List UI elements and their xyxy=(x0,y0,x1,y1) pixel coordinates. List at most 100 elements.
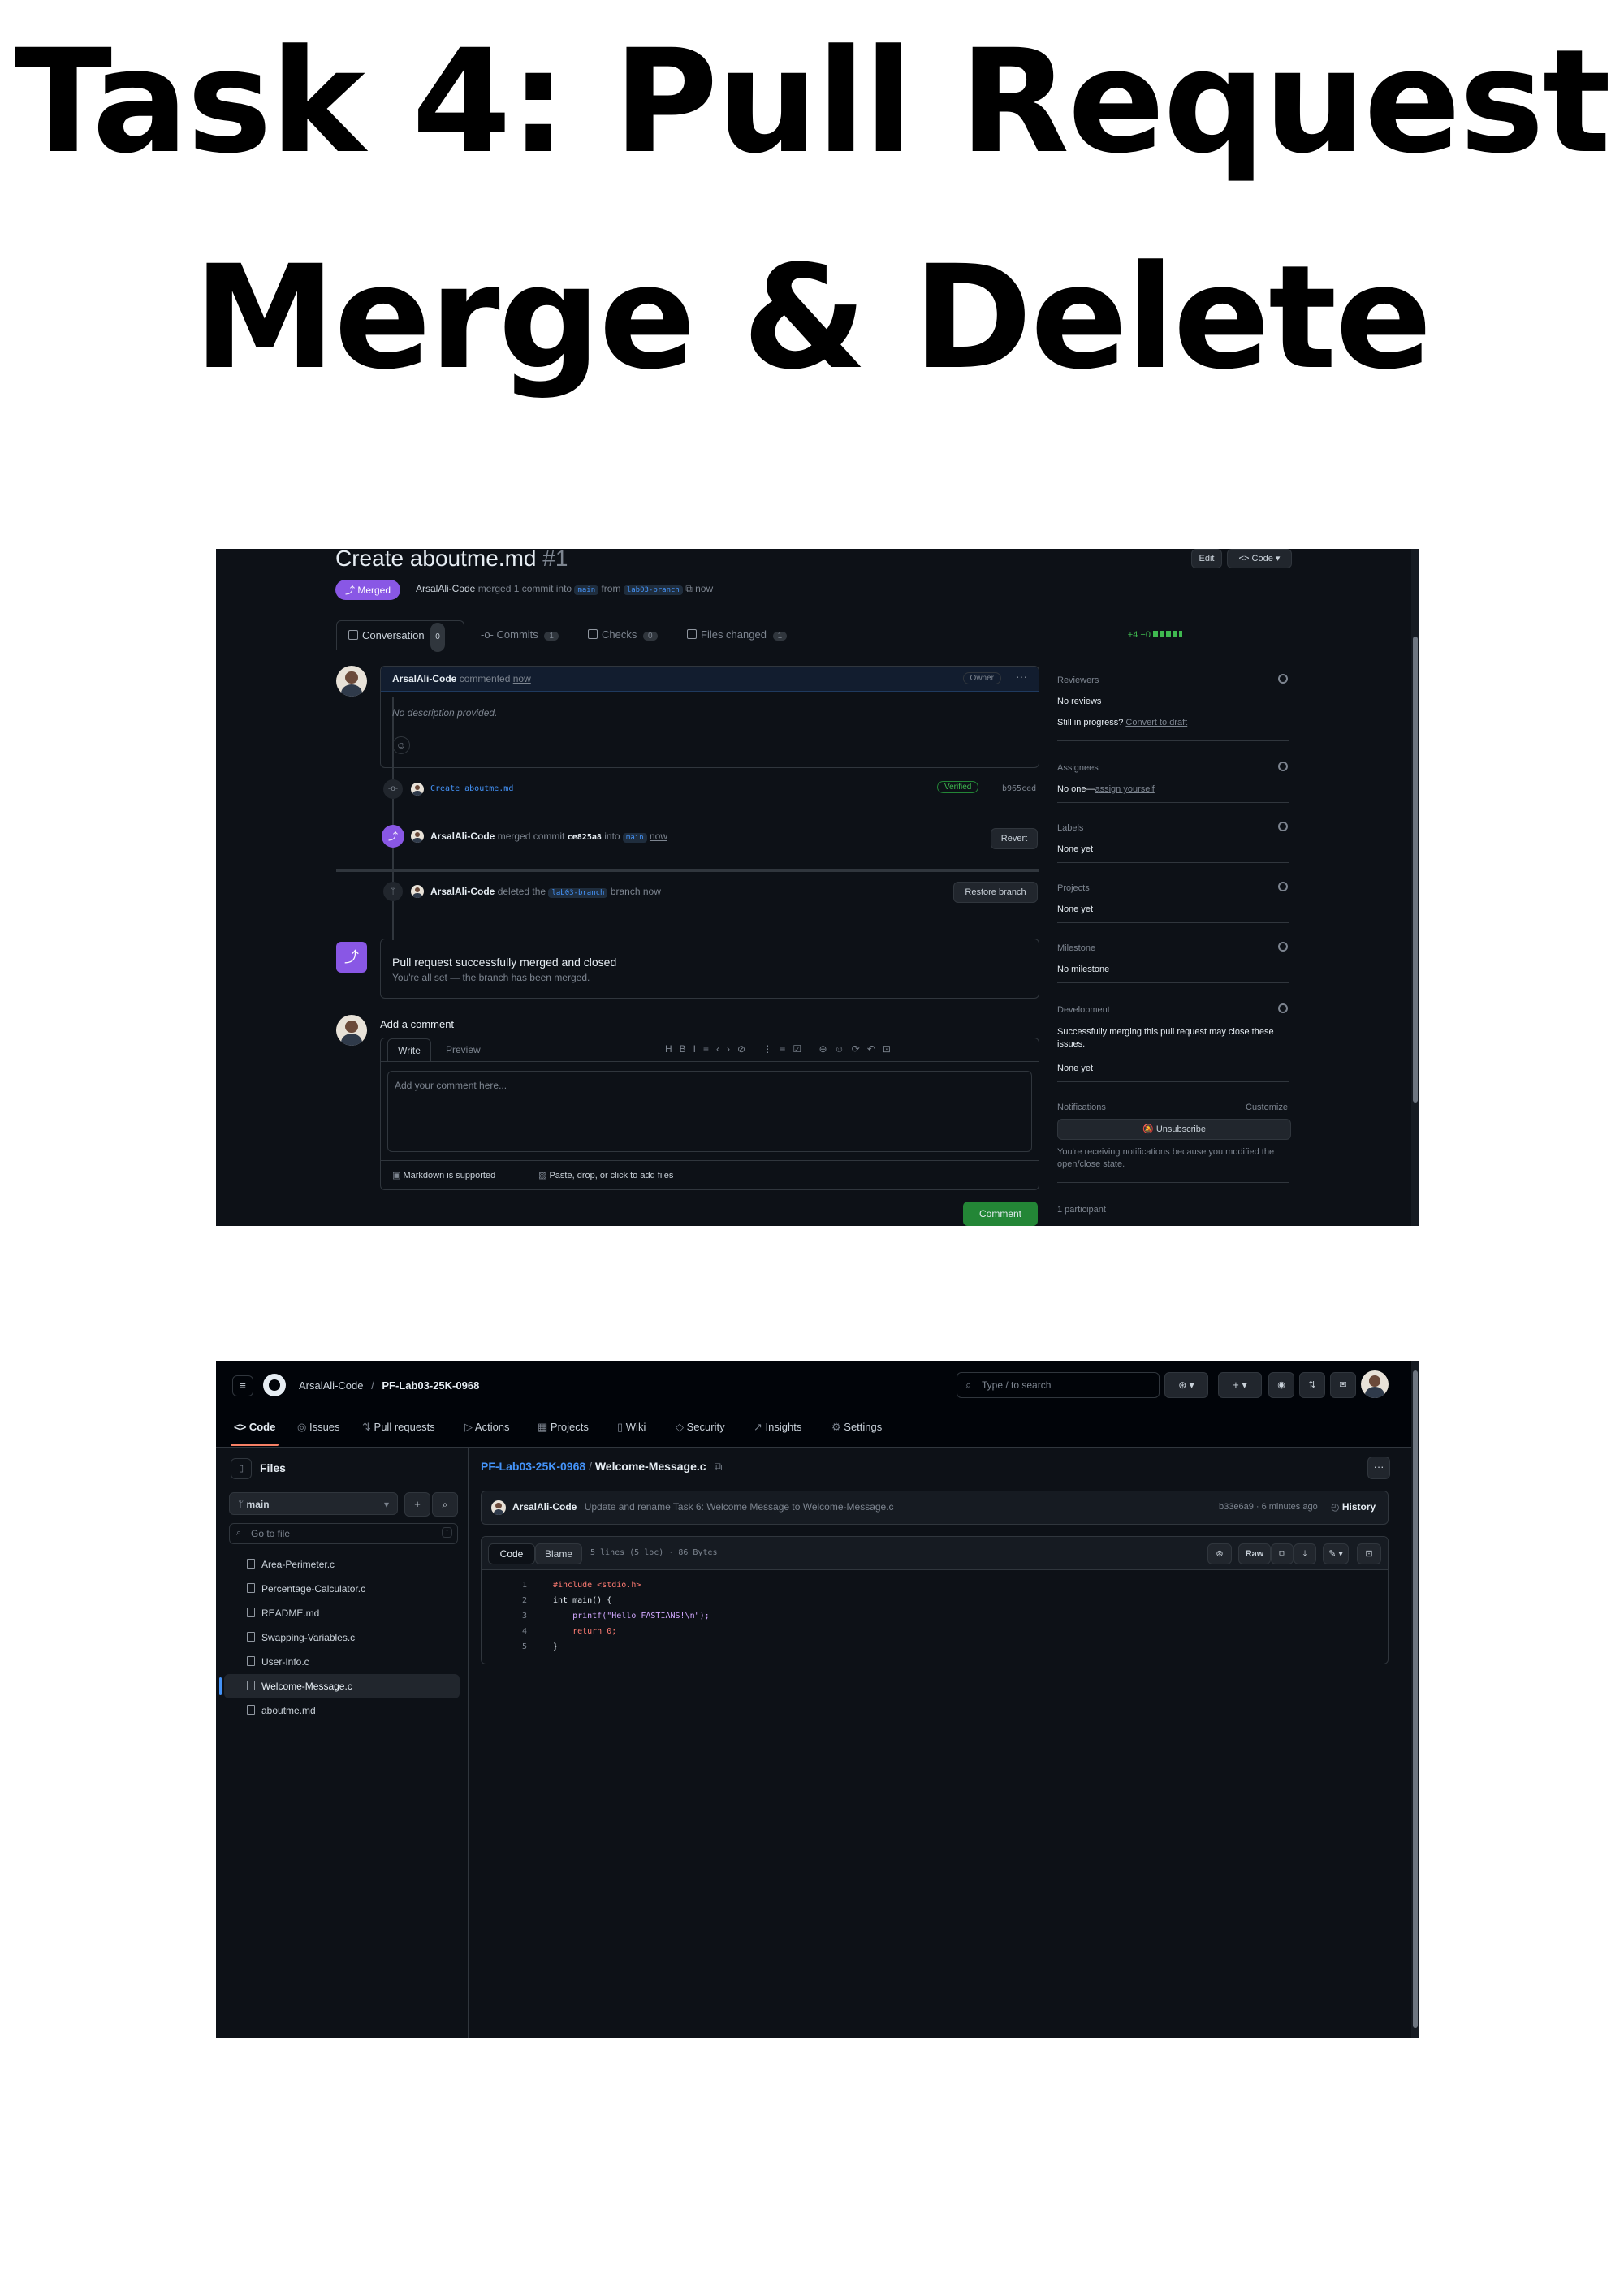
comment-body: No description provided. xyxy=(392,707,498,719)
comment-submit-button[interactable]: Comment xyxy=(963,1202,1038,1226)
avatar[interactable] xyxy=(1361,1370,1389,1398)
more-options-icon[interactable]: ··· xyxy=(1016,670,1027,683)
copilot-button[interactable]: ⊛ ▾ xyxy=(1164,1372,1208,1398)
tab-pull-requests[interactable]: ⇅ Pull requests xyxy=(362,1421,435,1434)
file-icon xyxy=(247,1705,255,1715)
tab-preview[interactable]: Preview xyxy=(446,1044,481,1055)
code-button[interactable]: <> Code ▾ xyxy=(1227,549,1292,568)
more-options-button[interactable]: ··· xyxy=(1367,1457,1390,1479)
tab-settings[interactable]: ⚙ Settings xyxy=(831,1421,882,1434)
search-files-button[interactable]: ⌕ xyxy=(432,1492,458,1517)
tab-wiki[interactable]: ▯ Wiki xyxy=(617,1421,646,1434)
code-tab[interactable]: Code xyxy=(488,1543,535,1564)
tab-write[interactable]: Write xyxy=(387,1038,431,1062)
file-icon xyxy=(247,1656,255,1666)
tab-checks[interactable]: Checks 0 xyxy=(588,628,658,641)
attach-files[interactable]: ▨ Paste, drop, or click to add files xyxy=(538,1170,673,1180)
customize-link[interactable]: Customize xyxy=(1246,1103,1288,1112)
avatar[interactable] xyxy=(411,830,424,843)
symbols-panel-icon[interactable]: ⊡ xyxy=(1357,1543,1381,1564)
issues-icon[interactable]: ◉ xyxy=(1268,1372,1294,1398)
tab-issues[interactable]: ◎ Issues xyxy=(297,1421,340,1434)
gear-icon[interactable] xyxy=(1278,942,1288,952)
scrollbar[interactable] xyxy=(1411,549,1419,1226)
tab-security[interactable]: ◇ Security xyxy=(676,1421,725,1434)
copy-icon[interactable]: ⧉ xyxy=(714,1460,722,1473)
formatting-toolbar[interactable]: HBI≡‹›⊘ ⋮≡☑ ⊕☺⟳↶⊡ xyxy=(665,1043,898,1055)
tab-code[interactable]: <> Code xyxy=(231,1421,279,1446)
gear-icon[interactable] xyxy=(1278,882,1288,891)
code-text: #include <stdio.h> xyxy=(553,1581,641,1590)
tab-actions[interactable]: ▷ Actions xyxy=(464,1421,510,1434)
go-to-file-input[interactable]: ⌕ Go to file t xyxy=(229,1523,458,1544)
file-icon xyxy=(247,1608,255,1617)
tab-insights[interactable]: ↗ Insights xyxy=(754,1421,801,1434)
inbox-icon[interactable]: ✉ xyxy=(1330,1372,1356,1398)
projects-value: None yet xyxy=(1057,904,1094,914)
convert-to-draft-link[interactable]: Convert to draft xyxy=(1125,718,1187,727)
checks-icon xyxy=(588,629,598,639)
line-number[interactable]: 3 xyxy=(482,1608,527,1624)
merged-status-box: Pull request successfully merged and clo… xyxy=(380,939,1039,999)
copilot-icon[interactable]: ⊛ xyxy=(1207,1543,1232,1564)
verified-badge[interactable]: Verified xyxy=(937,781,979,793)
raw-button[interactable]: Raw xyxy=(1238,1543,1271,1564)
line-number[interactable]: 5 xyxy=(482,1639,527,1655)
add-file-button[interactable]: + xyxy=(404,1492,430,1517)
file-tree-item[interactable]: Welcome-Message.c xyxy=(219,1674,460,1698)
pull-requests-icon[interactable]: ⇅ xyxy=(1299,1372,1325,1398)
commit-link[interactable]: Create aboutme.md xyxy=(430,784,513,793)
blame-tab[interactable]: Blame xyxy=(535,1543,582,1564)
tab-commits[interactable]: -o- Commits 1 xyxy=(481,628,559,641)
avatar[interactable] xyxy=(491,1500,506,1515)
gear-icon[interactable] xyxy=(1278,1003,1288,1013)
copy-icon[interactable]: ⧉ xyxy=(1271,1543,1294,1564)
restore-branch-button[interactable]: Restore branch xyxy=(953,882,1038,903)
markdown-note[interactable]: ▣ Markdown is supported xyxy=(392,1170,495,1180)
gear-icon[interactable] xyxy=(1278,762,1288,771)
tab-conversation[interactable]: Conversation 0 xyxy=(336,620,464,652)
file-tree: Area-Perimeter.c Percentage-Calculator.c R… xyxy=(219,1552,460,1723)
scrollbar[interactable] xyxy=(1411,1361,1419,2038)
code-line: 1 #include <stdio.h> xyxy=(482,1577,1388,1593)
edit-pencil-icon[interactable]: ✎ ▾ xyxy=(1323,1543,1349,1564)
avatar[interactable] xyxy=(411,783,424,796)
assign-yourself-link[interactable]: assign yourself xyxy=(1095,784,1154,794)
emoji-reaction-icon[interactable]: ☺ xyxy=(392,736,410,754)
commit-sha[interactable]: b965ced xyxy=(1002,784,1036,793)
tab-projects[interactable]: ▦ Projects xyxy=(538,1421,589,1434)
menu-icon[interactable]: ≡ xyxy=(232,1375,253,1396)
edit-button[interactable]: Edit xyxy=(1191,549,1222,568)
conversation-icon xyxy=(348,630,358,640)
file-tree-item[interactable]: Area-Perimeter.c xyxy=(224,1552,460,1577)
create-new-button[interactable]: + ▾ xyxy=(1218,1372,1262,1398)
file-tree-item[interactable]: aboutme.md xyxy=(224,1698,460,1723)
avatar[interactable] xyxy=(336,1015,367,1046)
file-tree-item[interactable]: README.md xyxy=(224,1601,460,1625)
commit-message-link[interactable]: Update and rename Task 6: Welcome Messag… xyxy=(585,1501,894,1513)
download-icon[interactable]: ⤓ xyxy=(1294,1543,1316,1564)
avatar[interactable] xyxy=(411,885,424,898)
repo-owner-link[interactable]: ArsalAli-Code xyxy=(299,1379,363,1392)
tab-files-changed[interactable]: Files changed 1 xyxy=(687,628,788,641)
collapse-sidebar-icon[interactable]: ▯ xyxy=(231,1458,252,1479)
commit-meta[interactable]: b33e6a9 · 6 minutes ago xyxy=(1219,1502,1318,1512)
comment-textarea[interactable]: Add your comment here... xyxy=(387,1071,1032,1152)
revert-button[interactable]: Revert xyxy=(991,828,1038,849)
file-tree-item[interactable]: Percentage-Calculator.c xyxy=(224,1577,460,1601)
gear-icon[interactable] xyxy=(1278,674,1288,684)
repo-name-link[interactable]: PF-Lab03-25K-0968 xyxy=(382,1379,479,1392)
gear-icon[interactable] xyxy=(1278,822,1288,831)
unsubscribe-button[interactable]: 🔕 Unsubscribe xyxy=(1057,1119,1291,1140)
search-input[interactable]: ⌕ Type / to search xyxy=(957,1372,1160,1398)
branch-selector[interactable]: ᛘ main ▾ xyxy=(229,1492,398,1515)
history-button[interactable]: ◴ History xyxy=(1331,1501,1376,1513)
breadcrumb-repo-link[interactable]: PF-Lab03-25K-0968 xyxy=(481,1460,585,1473)
file-tree-item[interactable]: User-Info.c xyxy=(224,1650,460,1674)
line-number[interactable]: 2 xyxy=(482,1593,527,1608)
github-logo-icon[interactable] xyxy=(263,1374,286,1396)
line-number[interactable]: 4 xyxy=(482,1624,527,1639)
file-tree-item[interactable]: Swapping-Variables.c xyxy=(224,1625,460,1650)
avatar[interactable] xyxy=(336,666,367,697)
line-number[interactable]: 1 xyxy=(482,1577,527,1593)
